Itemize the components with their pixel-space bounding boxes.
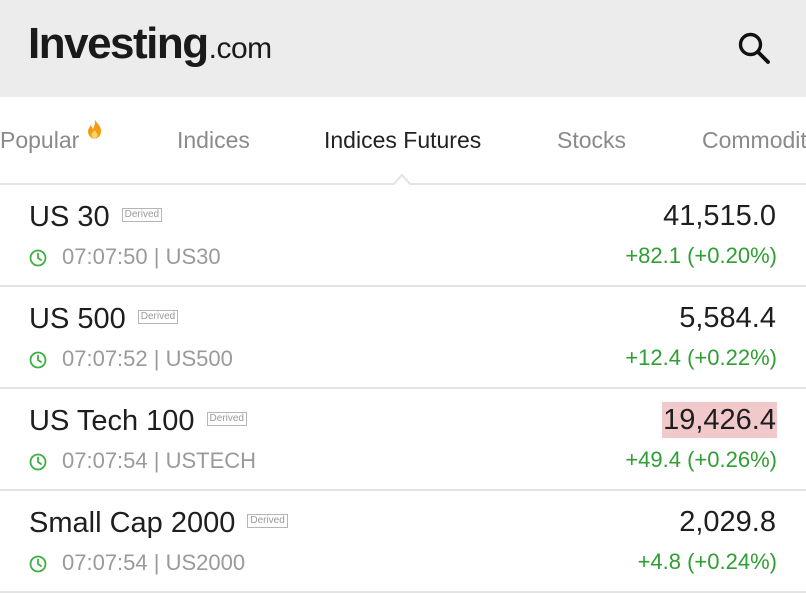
instrument-time-symbol: 07:07:50 | US30: [62, 244, 221, 269]
search-icon: [738, 32, 770, 64]
instrument-change: +4.8 (+0.24%): [637, 549, 777, 574]
list-item[interactable]: Small Cap 2000 Derived 07:07:54 | US2000 …: [0, 491, 806, 593]
instrument-change: +12.4 (+0.22%): [625, 345, 777, 370]
clock-icon: [29, 249, 47, 267]
derived-badge: Derived: [137, 310, 179, 325]
instrument-name-wrap: US Tech 100 Derived: [29, 403, 247, 439]
instrument-price-flash: 19,426.4: [662, 402, 777, 438]
derived-badge: Derived: [247, 514, 288, 529]
app-header: Investing .com: [0, 0, 806, 97]
tab-commodities[interactable]: Commodities: [702, 97, 806, 183]
tab-popular[interactable]: Popular: [0, 97, 79, 183]
investing-logo[interactable]: Investing .com: [28, 18, 272, 70]
instrument-price: 2,029.8: [679, 506, 776, 538]
instrument-name: US Tech 100: [29, 405, 195, 437]
clock-icon: [29, 453, 47, 471]
tab-indices[interactable]: Indices: [177, 97, 250, 183]
tab-stocks[interactable]: Stocks: [557, 97, 626, 183]
search-button[interactable]: [730, 24, 778, 72]
instrument-name-wrap: US 500 Derived: [29, 301, 179, 337]
app-root: Investing .com Popular Indices Indices F…: [0, 0, 806, 595]
derived-badge: Derived: [206, 412, 247, 427]
instrument-list: US 30 Derived 07:07:50 | US30 41,515.0 +8…: [0, 185, 806, 593]
instrument-price: 41,515.0: [663, 200, 776, 232]
clock-icon: [29, 351, 47, 369]
active-tab-indicator: [393, 173, 411, 185]
instrument-name: Small Cap 2000: [29, 507, 236, 539]
list-item[interactable]: US Tech 100 Derived 07:07:54 | USTECH 19,…: [0, 389, 806, 491]
instrument-change: +49.4 (+0.26%): [625, 447, 777, 472]
tab-indices-futures[interactable]: Indices Futures: [324, 97, 481, 183]
instrument-time-symbol: 07:07:54 | US2000: [62, 550, 246, 575]
list-item[interactable]: US 500 Derived 07:07:52 | US500 5,584.4 +…: [0, 287, 806, 389]
instrument-time-symbol: 07:07:54 | USTECH: [62, 448, 257, 473]
instrument-name: US 30: [29, 201, 110, 233]
fire-icon: [88, 119, 101, 139]
logo-wordmark: Investing: [28, 19, 209, 68]
list-item[interactable]: US 30 Derived 07:07:50 | US30 41,515.0 +8…: [0, 185, 806, 287]
logo-domain-suffix: .com: [208, 32, 273, 65]
instrument-price: 5,584.4: [679, 302, 776, 334]
instrument-name-wrap: US 30 Derived: [29, 199, 163, 235]
instrument-name-wrap: Small Cap 2000 Derived: [29, 505, 288, 541]
instrument-name: US 500: [29, 303, 126, 335]
derived-badge: Derived: [121, 208, 163, 223]
clock-icon: [29, 555, 47, 573]
instrument-change: +82.1 (+0.20%): [625, 243, 777, 268]
instrument-time-symbol: 07:07:52 | US500: [62, 346, 233, 371]
